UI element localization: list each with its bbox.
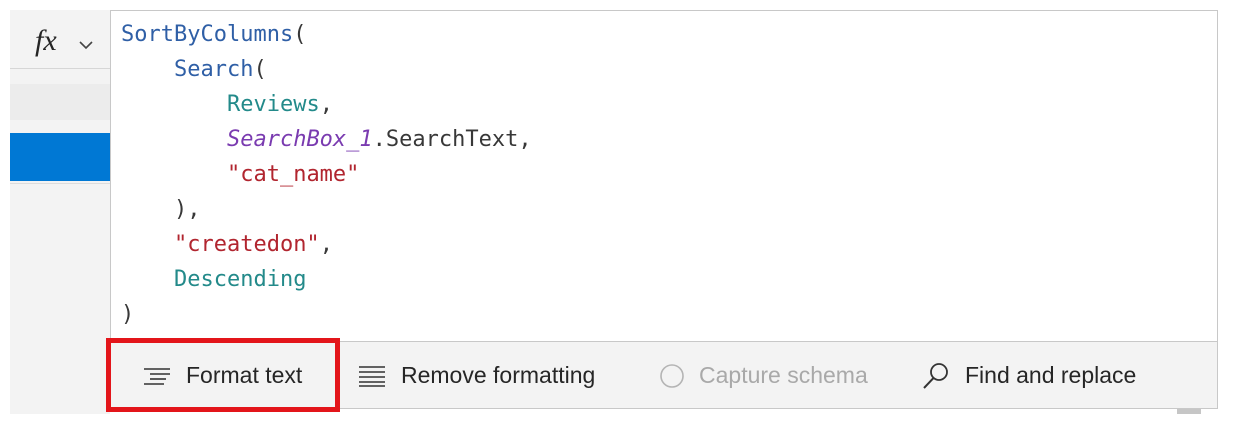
string-literal: "createdon" — [173, 232, 320, 257]
remove-formatting-label: Remove formatting — [401, 362, 596, 388]
chevron-down-icon — [79, 41, 93, 50]
fx-label: fx — [35, 24, 57, 57]
format-text-icon — [144, 367, 170, 385]
find-and-replace-button[interactable]: Find and replace — [921, 342, 1136, 409]
code-line-7: "createdon", — [173, 232, 333, 257]
selected-property-row[interactable] — [10, 133, 110, 181]
capture-schema-label: Capture schema — [699, 362, 868, 388]
remove-formatting-button[interactable]: Remove formatting — [357, 342, 595, 409]
left-panel — [10, 10, 110, 414]
code-line-9: ) — [121, 302, 135, 327]
enum-value: Descending — [173, 267, 307, 292]
remove-formatting-icon — [359, 365, 385, 387]
find-and-replace-label: Find and replace — [965, 362, 1137, 388]
code-line-5: "cat_name" — [121, 162, 359, 187]
fx-button[interactable]: fx — [10, 10, 110, 69]
format-text-button[interactable]: Format text — [142, 342, 302, 409]
capture-schema-button[interactable]: Capture schema — [659, 342, 868, 409]
code-line-3: Reviews, — [226, 92, 333, 117]
function-name: SortByColumns — [121, 22, 294, 47]
code-line-6: ), — [173, 197, 201, 222]
code-line-2: Search( — [173, 57, 267, 82]
format-text-label: Format text — [186, 362, 303, 388]
string-literal: "cat_name" — [226, 162, 360, 187]
code-line-4: SearchBox_1.SearchText, — [226, 127, 532, 152]
search-icon — [923, 362, 948, 389]
control-name: SearchBox_1 — [226, 127, 373, 152]
divider — [10, 183, 110, 184]
data-source-name: Reviews — [226, 92, 320, 117]
code-line-8: Descending — [121, 267, 306, 292]
property-row[interactable] — [10, 84, 110, 120]
code-line-1: SortByColumns( — [121, 22, 307, 47]
circle-icon — [660, 363, 684, 388]
formula-code[interactable]: SortByColumns( Search( Reviews, SearchBo… — [121, 17, 532, 332]
scrollbar-thumb[interactable] — [1177, 409, 1201, 414]
function-name: Search — [173, 57, 254, 82]
